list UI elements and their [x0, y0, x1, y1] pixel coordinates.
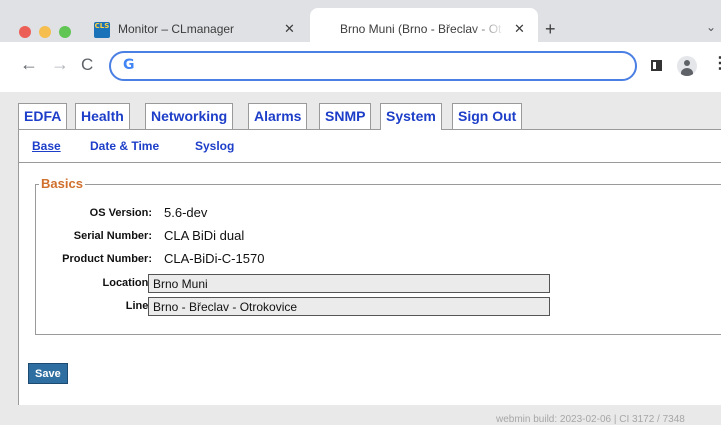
product-number-label: Product Number:: [62, 253, 152, 265]
browser-menu-icon[interactable]: ⋮: [712, 53, 721, 73]
save-button[interactable]: Save: [28, 363, 68, 384]
product-number-value: CLA-BiDi-C-1570: [164, 251, 265, 266]
tab-search-chevron-icon[interactable]: ⌄: [706, 20, 716, 34]
address-bar[interactable]: G: [109, 51, 637, 81]
tab-snmp[interactable]: SNMP: [319, 103, 372, 129]
browser-tab-active[interactable]: Brno Muni (Brno - Břeclav - Ot ✕: [310, 8, 538, 42]
tab-health[interactable]: Health: [75, 103, 130, 129]
tab-sign-out[interactable]: Sign Out: [452, 103, 523, 129]
side-panel-icon[interactable]: [651, 60, 662, 71]
tab-system[interactable]: System: [380, 103, 442, 130]
browser-tab-monitor[interactable]: CLS Monitor – CLmanager ✕: [84, 8, 308, 42]
basics-legend: Basics: [39, 176, 85, 191]
tab-networking[interactable]: Networking: [145, 103, 234, 129]
line-input[interactable]: [148, 297, 550, 316]
close-window-button[interactable]: [19, 26, 31, 38]
serial-number-label: Serial Number:: [73, 230, 152, 242]
profile-avatar-icon[interactable]: [677, 56, 697, 76]
system-panel: Base Date & Time Syslog Basics OS Versio…: [18, 129, 721, 405]
reload-icon[interactable]: C: [81, 55, 93, 75]
new-tab-icon[interactable]: +: [545, 19, 556, 40]
zoom-window-button[interactable]: [59, 26, 71, 38]
tab-title: Monitor – CLmanager: [118, 22, 235, 36]
tab-title: Brno Muni (Brno - Břeclav - Ot: [340, 22, 502, 36]
clmanager-favicon-icon: CLS: [94, 22, 110, 38]
subnav-date-time-link[interactable]: Date & Time: [90, 139, 159, 153]
line-label: Line:: [125, 300, 152, 312]
close-tab-icon[interactable]: ✕: [514, 21, 525, 37]
subnav-syslog-link[interactable]: Syslog: [195, 139, 234, 153]
close-tab-icon[interactable]: ✕: [284, 21, 295, 37]
subnav-divider: [19, 162, 721, 163]
serial-number-value: CLA BiDi dual: [164, 228, 245, 243]
webmin-build-info: webmin build: 2023-02-06 | CI 3172 / 734…: [496, 414, 685, 425]
location-label: Location:: [102, 277, 153, 289]
os-version-label: OS Version:: [89, 207, 152, 219]
tab-edfa[interactable]: EDFA: [18, 103, 68, 129]
back-arrow-icon[interactable]: ←: [20, 54, 38, 75]
basics-fieldset: Basics OS Version: 5.6-dev Serial Number…: [35, 176, 721, 335]
location-input[interactable]: [148, 274, 550, 293]
tab-alarms[interactable]: Alarms: [248, 103, 308, 129]
os-version-value: 5.6-dev: [164, 205, 208, 220]
minimize-window-button[interactable]: [39, 26, 51, 38]
browser-tab-strip: CLS Monitor – CLmanager ✕ Brno Muni (Brn…: [0, 0, 721, 42]
webmin-page: EDFA Health Networking Alarms SNMP Syste…: [0, 92, 721, 425]
subnav-base-link[interactable]: Base: [32, 139, 61, 153]
forward-arrow-icon[interactable]: →: [51, 54, 69, 75]
browser-toolbar: ← → C G ⋮: [0, 42, 721, 92]
google-icon: G: [123, 57, 135, 73]
